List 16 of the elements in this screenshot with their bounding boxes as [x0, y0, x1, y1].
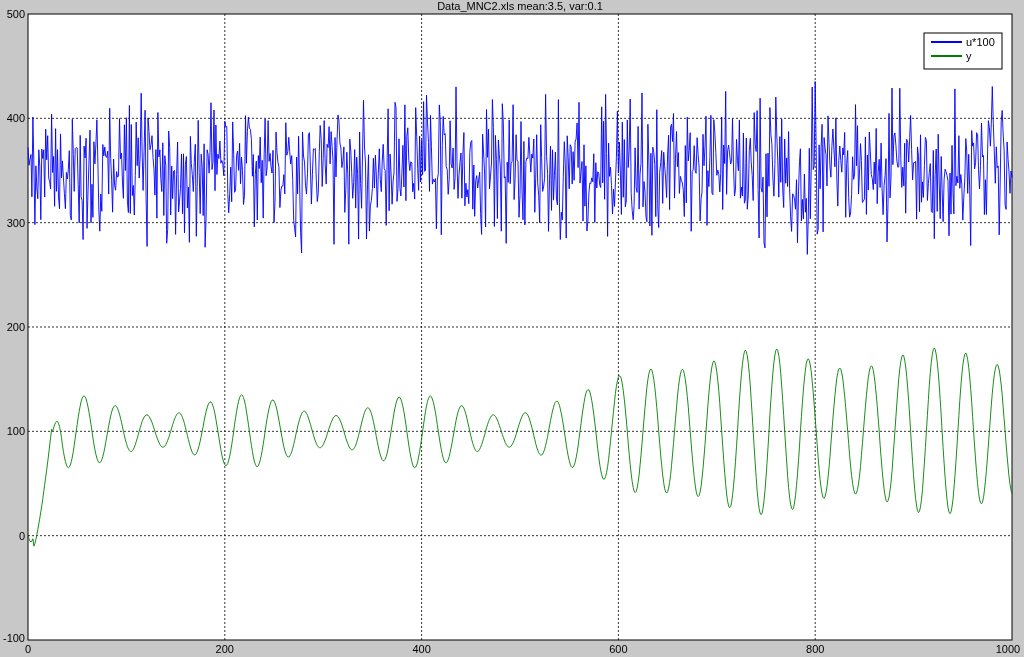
tick-label: 300 — [6, 216, 25, 229]
tick-label: 400 — [6, 112, 25, 125]
tick-label: 400 — [412, 643, 431, 655]
tick-label: 0 — [18, 529, 25, 542]
tick-label: 200 — [215, 643, 234, 655]
legend-label: u*100 — [966, 36, 995, 48]
tick-label: 800 — [806, 643, 825, 655]
tick-label: 1000 — [995, 643, 1021, 655]
tick-label: 200 — [6, 321, 25, 333]
tick-label: 500 — [6, 8, 25, 20]
tick-label: 100 — [6, 425, 25, 438]
tick-label: -100 — [2, 632, 25, 644]
tick-label: 600 — [609, 643, 628, 655]
tick-label: 0 — [24, 643, 32, 655]
plot-title: Data_MNC2.xls mean:3.5, var:0.1 — [437, 0, 603, 12]
legend-label: y — [966, 50, 972, 62]
